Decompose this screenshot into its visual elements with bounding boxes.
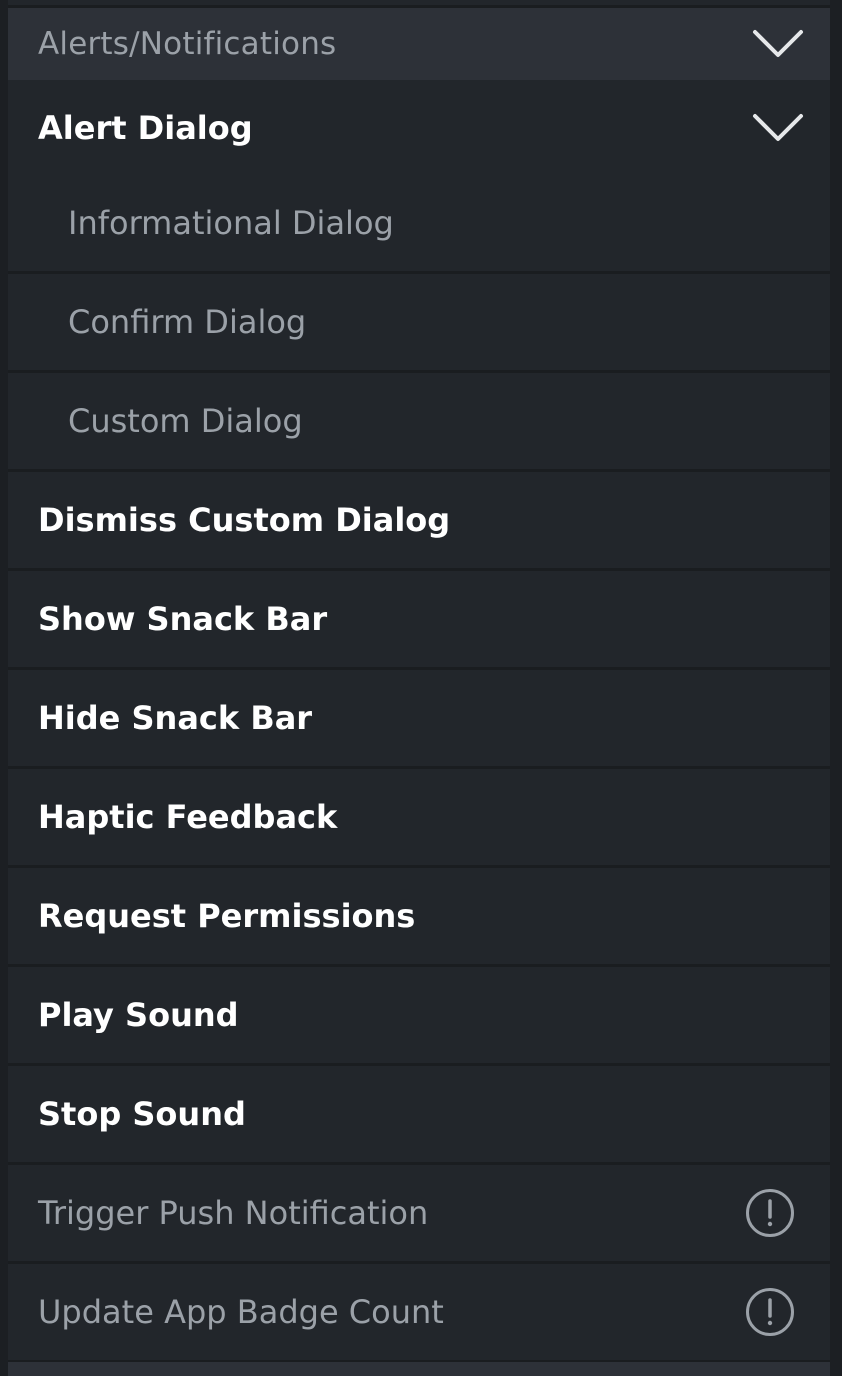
list-item-request-permissions[interactable]: Request Permissions	[8, 868, 830, 967]
list-item-hide-snack-bar[interactable]: Hide Snack Bar	[8, 670, 830, 769]
group-title: Alert Dialog	[38, 108, 253, 147]
list-item-stop-sound[interactable]: Stop Sound	[8, 1066, 830, 1165]
list-item-update-app-badge-count[interactable]: Update App Badge Count	[8, 1264, 830, 1363]
list-item-label: Request Permissions	[38, 897, 416, 935]
actions-panel: Alerts/Notifications Alert Dialog Inform…	[8, 0, 830, 1376]
list-item-label: Dismiss Custom Dialog	[38, 501, 451, 539]
next-section-header-edge	[8, 1362, 830, 1376]
list-item-label: Hide Snack Bar	[38, 699, 313, 737]
list-item-trigger-push-notification[interactable]: Trigger Push Notification	[8, 1165, 830, 1264]
group-header-alert-dialog[interactable]: Alert Dialog	[8, 80, 830, 175]
list-item-dismiss-custom-dialog[interactable]: Dismiss Custom Dialog	[8, 472, 830, 571]
list-item-label: Update App Badge Count	[38, 1293, 444, 1331]
list-item-custom-dialog[interactable]: Custom Dialog	[8, 373, 830, 472]
list-item-label: Trigger Push Notification	[38, 1194, 429, 1232]
panel-top-divider	[8, 0, 830, 8]
list-item-haptic-feedback[interactable]: Haptic Feedback	[8, 769, 830, 868]
list-item-label: Haptic Feedback	[38, 798, 338, 836]
list-item-label: Informational Dialog	[68, 204, 394, 242]
list-item-informational-dialog[interactable]: Informational Dialog	[8, 175, 830, 274]
list-item-label: Stop Sound	[38, 1095, 246, 1133]
list-item-label: Show Snack Bar	[38, 600, 328, 638]
warning-circle-icon[interactable]	[745, 1188, 795, 1238]
list-item-label: Confirm Dialog	[68, 303, 307, 341]
list-item-confirm-dialog[interactable]: Confirm Dialog	[8, 274, 830, 373]
list-item-play-sound[interactable]: Play Sound	[8, 967, 830, 1066]
chevron-down-icon[interactable]	[752, 113, 804, 143]
warning-circle-icon[interactable]	[745, 1287, 795, 1337]
list-item-show-snack-bar[interactable]: Show Snack Bar	[8, 571, 830, 670]
chevron-down-icon[interactable]	[752, 29, 804, 59]
list-item-label: Custom Dialog	[68, 402, 303, 440]
section-header-alerts-notifications[interactable]: Alerts/Notifications	[8, 8, 830, 80]
list-item-label: Play Sound	[38, 996, 239, 1034]
section-title: Alerts/Notifications	[38, 26, 337, 62]
